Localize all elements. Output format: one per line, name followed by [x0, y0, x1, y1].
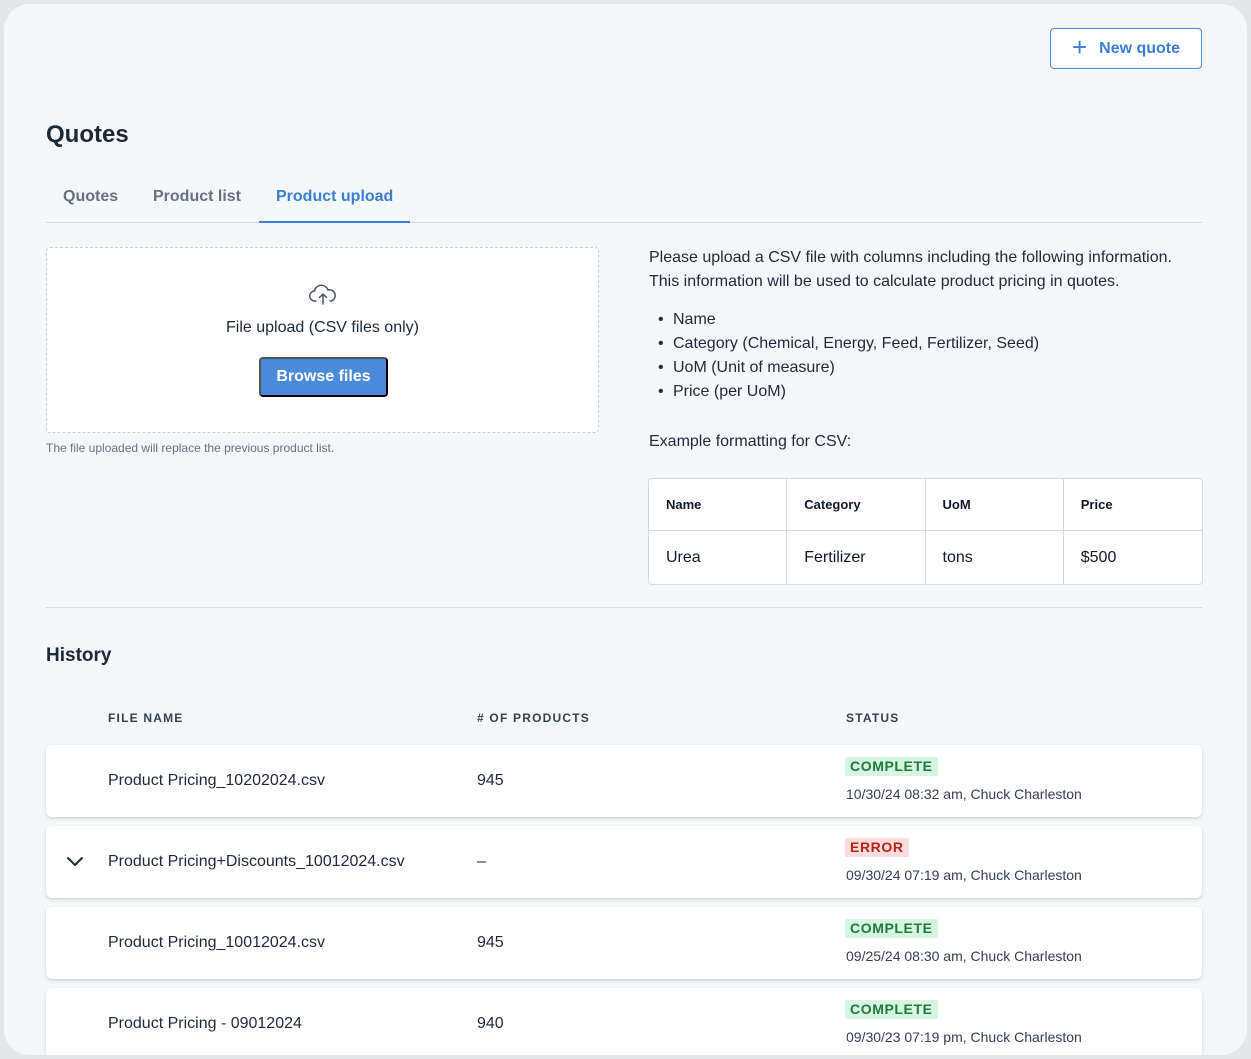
- table-header-cell: Name: [649, 479, 788, 530]
- required-columns-list: Name Category (Chemical, Energy, Feed, F…: [649, 308, 1204, 404]
- history-title: History: [46, 645, 112, 666]
- history-row[interactable]: Product Pricing+Discounts_10012024.csv –…: [46, 826, 1202, 898]
- status-badge: COMPLETE: [845, 919, 938, 938]
- upload-meta: 09/30/24 07:19 am, Chuck Charleston: [846, 867, 1082, 883]
- product-count: 945: [477, 772, 504, 789]
- instructions-line-1: Please upload a CSV file with columns in…: [649, 249, 1172, 266]
- list-item: Price (per UoM): [649, 380, 1204, 404]
- upload-meta: 10/30/24 08:32 am, Chuck Charleston: [846, 786, 1082, 802]
- table-cell: Urea: [649, 531, 788, 584]
- table-cell: tons: [926, 531, 1064, 584]
- upload-meta: 09/25/24 08:30 am, Chuck Charleston: [846, 948, 1082, 964]
- browse-files-button[interactable]: Browse files: [259, 357, 388, 397]
- new-quote-label: New quote: [1099, 39, 1181, 57]
- upload-meta: 09/30/23 07:19 pm, Chuck Charleston: [846, 1029, 1082, 1045]
- history-row[interactable]: Product Pricing_10012024.csv 945 COMPLET…: [46, 907, 1202, 979]
- status-badge: ERROR: [845, 838, 909, 857]
- upload-label: File upload (CSV files only): [226, 319, 419, 336]
- product-count: 945: [477, 934, 504, 951]
- app-frame: + New quote Quotes Quotes Product list P…: [4, 4, 1247, 1055]
- plus-icon: +: [1071, 32, 1088, 62]
- page-title: Quotes: [46, 121, 129, 148]
- instructions-line-2: This information will be used to calcula…: [649, 273, 1120, 290]
- tab-product-list[interactable]: Product list: [136, 184, 258, 223]
- status-badge: COMPLETE: [845, 1000, 938, 1019]
- file-name: Product Pricing_10012024.csv: [108, 934, 326, 951]
- example-label: Example formatting for CSV:: [649, 433, 852, 450]
- column-header-file-name: FILE NAME: [108, 711, 184, 725]
- example-csv-table: Name Category UoM Price Urea Fertilizer …: [648, 478, 1203, 585]
- cloud-upload-icon: [309, 284, 336, 305]
- new-quote-button[interactable]: + New quote: [1050, 28, 1202, 69]
- list-item: UoM (Unit of measure): [649, 356, 1204, 380]
- file-name: Product Pricing - 09012024: [108, 1015, 302, 1032]
- list-item: Category (Chemical, Energy, Feed, Fertil…: [649, 332, 1204, 356]
- list-item: Name: [649, 308, 1204, 332]
- upload-instructions: Please upload a CSV file with columns in…: [649, 246, 1204, 450]
- table-row: Urea Fertilizer tons $500: [649, 531, 1202, 584]
- section-divider: [46, 607, 1202, 608]
- table-header-cell: UoM: [926, 479, 1064, 530]
- tab-bar: Quotes Product list Product upload: [46, 184, 1202, 223]
- chevron-down-icon[interactable]: [66, 855, 84, 867]
- table-header-cell: Price: [1080, 497, 1113, 512]
- history-row[interactable]: Product Pricing - 09012024 940 COMPLETE …: [46, 988, 1202, 1055]
- file-dropzone[interactable]: File upload (CSV files only) Browse file…: [46, 247, 599, 433]
- tab-quotes[interactable]: Quotes: [46, 184, 135, 223]
- table-cell: $500: [1080, 548, 1117, 566]
- status-badge: COMPLETE: [845, 757, 938, 776]
- table-header-row: Name Category UoM Price: [649, 479, 1202, 531]
- upload-note: The file uploaded will replace the previ…: [46, 441, 335, 455]
- column-header-products: # OF PRODUCTS: [477, 711, 590, 725]
- table-cell: Fertilizer: [787, 531, 926, 584]
- file-name: Product Pricing_10202024.csv: [108, 772, 326, 789]
- tab-product-upload[interactable]: Product upload: [259, 184, 411, 223]
- history-row[interactable]: Product Pricing_10202024.csv 945 COMPLET…: [46, 745, 1202, 817]
- product-count: 940: [477, 1015, 504, 1032]
- file-name: Product Pricing+Discounts_10012024.csv: [108, 853, 405, 870]
- table-header-cell: Category: [787, 479, 926, 530]
- column-header-status: STATUS: [846, 711, 900, 725]
- product-count: –: [477, 853, 486, 870]
